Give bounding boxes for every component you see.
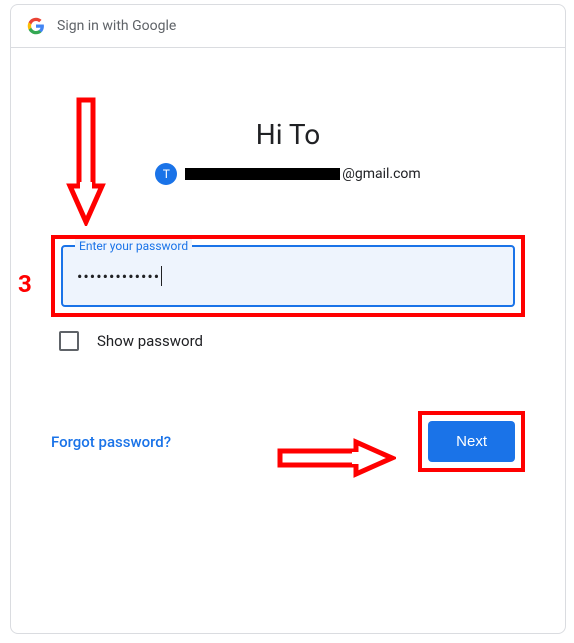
annotation-arrow-right-icon xyxy=(276,438,396,478)
header-title: Sign in with Google xyxy=(57,18,176,34)
forgot-password-link[interactable]: Forgot password? xyxy=(51,433,171,451)
avatar: T xyxy=(155,163,177,185)
next-button[interactable]: Next xyxy=(428,421,515,462)
account-chip[interactable]: T @gmail.com xyxy=(51,163,525,185)
show-password-row: Show password xyxy=(59,331,525,351)
email-domain: @gmail.com xyxy=(342,166,420,182)
text-cursor xyxy=(161,266,162,286)
next-button-highlight: Next xyxy=(418,411,525,472)
password-input[interactable]: Enter your password ••••••••••••• xyxy=(61,245,515,307)
password-value: ••••••••••••• xyxy=(77,267,160,286)
google-logo-icon xyxy=(27,17,45,35)
show-password-label: Show password xyxy=(97,332,203,350)
greeting-text: Hi To xyxy=(51,118,525,151)
password-field-highlight: Enter your password ••••••••••••• xyxy=(51,235,525,317)
annotation-arrow-down-icon xyxy=(66,96,106,226)
card-header: Sign in with Google xyxy=(11,5,565,48)
show-password-checkbox[interactable] xyxy=(59,331,79,351)
password-label: Enter your password xyxy=(75,239,192,253)
avatar-initial: T xyxy=(163,167,170,181)
annotation-step-number: 3 xyxy=(18,270,32,298)
email-redacted xyxy=(185,168,340,180)
